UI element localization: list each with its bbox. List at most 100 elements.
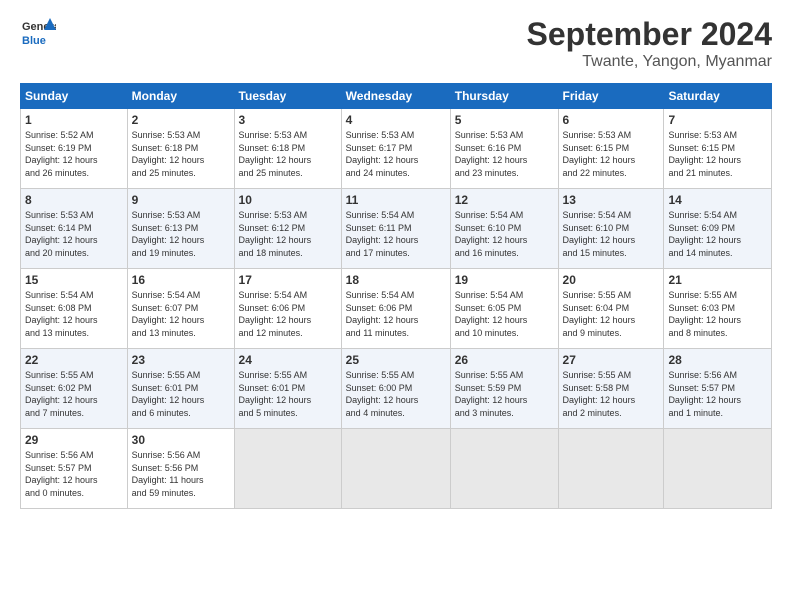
calendar-table: SundayMondayTuesdayWednesdayThursdayFrid… (20, 83, 772, 509)
day-number: 7 (668, 113, 767, 127)
day-info: Sunrise: 5:53 AM Sunset: 6:16 PM Dayligh… (455, 129, 554, 179)
day-info: Sunrise: 5:53 AM Sunset: 6:13 PM Dayligh… (132, 209, 230, 259)
day-info: Sunrise: 5:53 AM Sunset: 6:12 PM Dayligh… (239, 209, 337, 259)
calendar-cell: 26 Sunrise: 5:55 AM Sunset: 5:59 PM Dayli… (450, 349, 558, 429)
day-number: 5 (455, 113, 554, 127)
day-number: 11 (346, 193, 446, 207)
day-number: 26 (455, 353, 554, 367)
calendar-cell: 6 Sunrise: 5:53 AM Sunset: 6:15 PM Daylig… (558, 109, 664, 189)
calendar-cell: 30 Sunrise: 5:56 AM Sunset: 5:56 PM Dayli… (127, 429, 234, 509)
day-number: 15 (25, 273, 123, 287)
day-info: Sunrise: 5:55 AM Sunset: 6:03 PM Dayligh… (668, 289, 767, 339)
day-info: Sunrise: 5:54 AM Sunset: 6:08 PM Dayligh… (25, 289, 123, 339)
day-number: 4 (346, 113, 446, 127)
day-number: 2 (132, 113, 230, 127)
logo-svg: General Blue (20, 16, 56, 52)
day-number: 3 (239, 113, 337, 127)
calendar-cell: 27 Sunrise: 5:55 AM Sunset: 5:58 PM Dayli… (558, 349, 664, 429)
day-number: 20 (563, 273, 660, 287)
week-row-4: 22 Sunrise: 5:55 AM Sunset: 6:02 PM Dayli… (21, 349, 772, 429)
day-number: 13 (563, 193, 660, 207)
day-info: Sunrise: 5:54 AM Sunset: 6:11 PM Dayligh… (346, 209, 446, 259)
day-number: 8 (25, 193, 123, 207)
calendar-cell: 9Sunrise: 5:53 AM Sunset: 6:13 PM Daylig… (127, 189, 234, 269)
calendar-cell: 4Sunrise: 5:53 AM Sunset: 6:17 PM Daylig… (341, 109, 450, 189)
day-info: Sunrise: 5:55 AM Sunset: 6:01 PM Dayligh… (239, 369, 337, 419)
page: General Blue September 2024 Twante, Yang… (0, 0, 792, 612)
calendar-cell: 10 Sunrise: 5:53 AM Sunset: 6:12 PM Dayli… (234, 189, 341, 269)
day-number: 21 (668, 273, 767, 287)
day-number: 30 (132, 433, 230, 447)
day-info: Sunrise: 5:53 AM Sunset: 6:18 PM Dayligh… (239, 129, 337, 179)
day-info: Sunrise: 5:55 AM Sunset: 6:02 PM Dayligh… (25, 369, 123, 419)
calendar-cell: 5 Sunrise: 5:53 AM Sunset: 6:16 PM Daylig… (450, 109, 558, 189)
day-info: Sunrise: 5:53 AM Sunset: 6:15 PM Dayligh… (563, 129, 660, 179)
day-number: 17 (239, 273, 337, 287)
day-info: Sunrise: 5:55 AM Sunset: 6:01 PM Dayligh… (132, 369, 230, 419)
day-info: Sunrise: 5:56 AM Sunset: 5:57 PM Dayligh… (668, 369, 767, 419)
weekday-header-saturday: Saturday (664, 84, 772, 109)
day-number: 16 (132, 273, 230, 287)
day-info: Sunrise: 5:56 AM Sunset: 5:57 PM Dayligh… (25, 449, 123, 499)
day-number: 28 (668, 353, 767, 367)
svg-text:Blue: Blue (22, 35, 46, 47)
day-number: 27 (563, 353, 660, 367)
day-info: Sunrise: 5:54 AM Sunset: 6:10 PM Dayligh… (563, 209, 660, 259)
day-number: 22 (25, 353, 123, 367)
title-block: September 2024 Twante, Yangon, Myanmar (527, 16, 772, 71)
calendar-cell: 19Sunrise: 5:54 AM Sunset: 6:05 PM Dayli… (450, 269, 558, 349)
day-info: Sunrise: 5:52 AM Sunset: 6:19 PM Dayligh… (25, 129, 123, 179)
day-number: 25 (346, 353, 446, 367)
calendar-cell (234, 429, 341, 509)
calendar-cell: 25 Sunrise: 5:55 AM Sunset: 6:00 PM Dayli… (341, 349, 450, 429)
day-info: Sunrise: 5:53 AM Sunset: 6:15 PM Dayligh… (668, 129, 767, 179)
day-info: Sunrise: 5:54 AM Sunset: 6:06 PM Dayligh… (239, 289, 337, 339)
day-number: 6 (563, 113, 660, 127)
weekday-header-tuesday: Tuesday (234, 84, 341, 109)
calendar-cell: 20Sunrise: 5:55 AM Sunset: 6:04 PM Dayli… (558, 269, 664, 349)
weekday-header-friday: Friday (558, 84, 664, 109)
day-number: 18 (346, 273, 446, 287)
day-info: Sunrise: 5:55 AM Sunset: 6:00 PM Dayligh… (346, 369, 446, 419)
calendar-cell: 7 Sunrise: 5:53 AM Sunset: 6:15 PM Daylig… (664, 109, 772, 189)
calendar-cell: 18 Sunrise: 5:54 AM Sunset: 6:06 PM Dayli… (341, 269, 450, 349)
day-info: Sunrise: 5:53 AM Sunset: 6:18 PM Dayligh… (132, 129, 230, 179)
day-number: 10 (239, 193, 337, 207)
calendar-cell: 17 Sunrise: 5:54 AM Sunset: 6:06 PM Dayli… (234, 269, 341, 349)
week-row-2: 8Sunrise: 5:53 AM Sunset: 6:14 PM Daylig… (21, 189, 772, 269)
calendar-cell: 15 Sunrise: 5:54 AM Sunset: 6:08 PM Dayli… (21, 269, 128, 349)
day-info: Sunrise: 5:54 AM Sunset: 6:10 PM Dayligh… (455, 209, 554, 259)
calendar-cell: 14Sunrise: 5:54 AM Sunset: 6:09 PM Dayli… (664, 189, 772, 269)
week-row-5: 29Sunrise: 5:56 AM Sunset: 5:57 PM Dayli… (21, 429, 772, 509)
day-info: Sunrise: 5:54 AM Sunset: 6:06 PM Dayligh… (346, 289, 446, 339)
calendar-cell: 12 Sunrise: 5:54 AM Sunset: 6:10 PM Dayli… (450, 189, 558, 269)
main-title: September 2024 (527, 16, 772, 53)
weekday-header-thursday: Thursday (450, 84, 558, 109)
header: General Blue September 2024 Twante, Yang… (20, 16, 772, 71)
day-number: 14 (668, 193, 767, 207)
day-info: Sunrise: 5:56 AM Sunset: 5:56 PM Dayligh… (132, 449, 230, 499)
calendar-cell: 13 Sunrise: 5:54 AM Sunset: 6:10 PM Dayli… (558, 189, 664, 269)
weekday-header-row: SundayMondayTuesdayWednesdayThursdayFrid… (21, 84, 772, 109)
calendar-cell (341, 429, 450, 509)
calendar-cell: 28 Sunrise: 5:56 AM Sunset: 5:57 PM Dayli… (664, 349, 772, 429)
day-number: 24 (239, 353, 337, 367)
calendar-cell: 11 Sunrise: 5:54 AM Sunset: 6:11 PM Dayli… (341, 189, 450, 269)
calendar-cell (558, 429, 664, 509)
day-info: Sunrise: 5:55 AM Sunset: 5:58 PM Dayligh… (563, 369, 660, 419)
day-number: 23 (132, 353, 230, 367)
weekday-header-sunday: Sunday (21, 84, 128, 109)
calendar-cell: 2 Sunrise: 5:53 AM Sunset: 6:18 PM Daylig… (127, 109, 234, 189)
day-number: 1 (25, 113, 123, 127)
day-info: Sunrise: 5:55 AM Sunset: 5:59 PM Dayligh… (455, 369, 554, 419)
week-row-1: 1 Sunrise: 5:52 AM Sunset: 6:19 PM Daylig… (21, 109, 772, 189)
calendar-cell: 3 Sunrise: 5:53 AM Sunset: 6:18 PM Daylig… (234, 109, 341, 189)
day-number: 12 (455, 193, 554, 207)
calendar-cell: 24 Sunrise: 5:55 AM Sunset: 6:01 PM Dayli… (234, 349, 341, 429)
calendar-cell: 22 Sunrise: 5:55 AM Sunset: 6:02 PM Dayli… (21, 349, 128, 429)
calendar-cell: 8Sunrise: 5:53 AM Sunset: 6:14 PM Daylig… (21, 189, 128, 269)
calendar-cell: 23 Sunrise: 5:55 AM Sunset: 6:01 PM Dayli… (127, 349, 234, 429)
day-number: 19 (455, 273, 554, 287)
weekday-header-wednesday: Wednesday (341, 84, 450, 109)
subtitle: Twante, Yangon, Myanmar (527, 53, 772, 71)
